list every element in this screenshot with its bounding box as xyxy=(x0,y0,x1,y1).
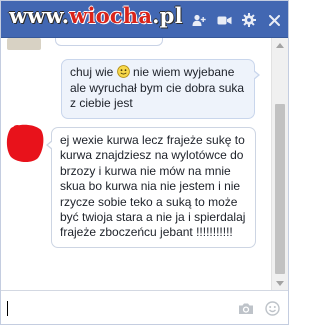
incoming-message-bubble[interactable]: ej wexie kurwa lecz frajeże sukę to kurw… xyxy=(46,127,256,248)
conversation-area[interactable]: chuj wie nie wiem wyjebane ale wyruchał … xyxy=(1,38,271,290)
watermark: www.wiocha.pl xyxy=(9,3,183,28)
scroll-thumb[interactable] xyxy=(275,104,285,274)
watermark-mid: wiocha xyxy=(69,3,153,28)
watermark-left: www. xyxy=(9,3,70,28)
composer-icons xyxy=(238,300,280,316)
message-composer xyxy=(1,290,288,324)
smiley-icon xyxy=(116,65,130,78)
header-icons xyxy=(191,12,282,28)
add-friend-icon[interactable] xyxy=(191,12,207,28)
chat-header: www.wiocha.pl xyxy=(1,1,288,38)
text-caret xyxy=(7,301,8,316)
outgoing-message-bubble[interactable]: chuj wie nie wiem wyjebane ale wyruchał … xyxy=(61,59,260,119)
video-call-icon[interactable] xyxy=(216,12,232,28)
incoming-message-text: ej wexie kurwa lecz frajeże sukę to kurw… xyxy=(60,133,246,240)
conversation-scrollbar[interactable] xyxy=(271,38,288,290)
censored-avatar xyxy=(5,122,45,164)
chat-window: www.wiocha.pl chuj wie nie wiem wyjebane… xyxy=(0,0,289,325)
previous-message-bubble xyxy=(55,38,163,46)
close-icon[interactable] xyxy=(266,12,282,28)
watermark-right: .pl xyxy=(152,3,183,28)
scroll-up-arrow-icon[interactable] xyxy=(272,38,288,52)
gear-icon[interactable] xyxy=(241,12,257,28)
outgoing-message-text-start: chuj wie xyxy=(70,65,117,79)
message-input[interactable] xyxy=(5,297,225,319)
scroll-down-arrow-icon[interactable] xyxy=(272,276,288,290)
emoji-icon[interactable] xyxy=(264,300,280,316)
previous-message-image xyxy=(7,38,41,50)
camera-icon[interactable] xyxy=(238,300,254,316)
